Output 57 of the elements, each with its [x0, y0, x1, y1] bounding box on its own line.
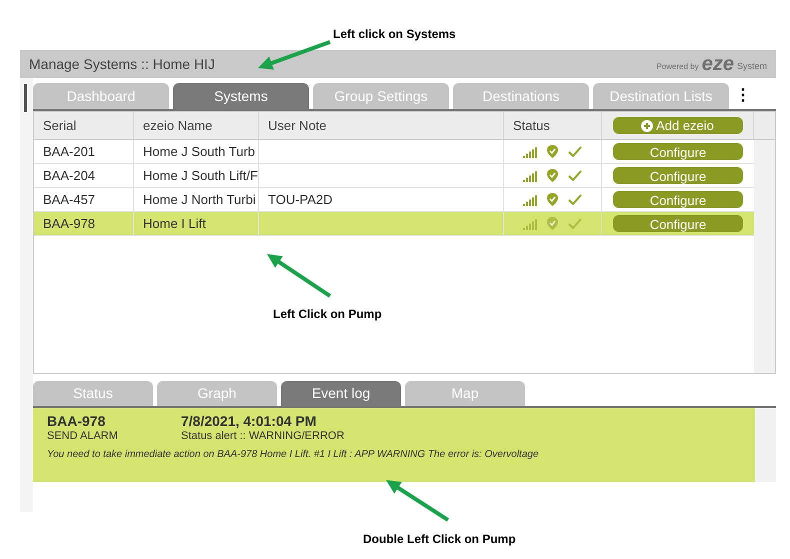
table-row[interactable]: BAA-201 Home J South Turb Configure: [34, 140, 754, 164]
brand-suffix: System: [736, 60, 767, 73]
check-icon: [568, 170, 582, 181]
brand-logo: eze: [702, 55, 734, 73]
tab[interactable]: Group Settings: [313, 83, 449, 109]
table-row[interactable]: BAA-204 Home J South Lift/F Configure: [34, 164, 754, 188]
annotation-text: Left Click on Pump: [273, 306, 382, 323]
name-cell-text: Home J South Turb: [143, 142, 255, 161]
table-row[interactable]: BAA-457 Home J North Turbi TOU-PA2D Configure: [34, 188, 754, 212]
signal-icon: [523, 146, 537, 158]
serial-cell-text: BAA-978: [43, 214, 96, 233]
check-icon: [568, 194, 582, 205]
annotation-text: Double Left Click on Pump: [363, 531, 516, 548]
column-header: Serial: [43, 116, 76, 135]
serial-cell-text: BAA-204: [43, 166, 96, 185]
event-time: 7/8/2021, 4:01:04 PM: [181, 414, 318, 429]
tab[interactable]: Dashboard: [33, 83, 169, 109]
note-cell-text: TOU-PA2D: [268, 190, 333, 209]
serial-cell-text: BAA-201: [43, 142, 96, 161]
plus-circle-icon: [641, 120, 654, 132]
check-icon: [568, 218, 582, 229]
shield-check-icon: [547, 193, 558, 206]
check-icon: [568, 146, 582, 157]
event-status: Status alert :: WARNING/ERROR: [181, 429, 346, 443]
tab[interactable]: Event log: [281, 381, 401, 406]
configure-button[interactable]: Configure: [613, 167, 743, 184]
table-row[interactable]: BAA-978 Home I Lift Configure: [34, 212, 754, 236]
event-message: You need to take immediate action on BAA-978 Home I Lift. #1 I Lift : APP WARNING The error is: Overvoltage: [47, 448, 540, 462]
configure-button[interactable]: Configure: [613, 191, 743, 208]
signal-icon: [523, 218, 537, 230]
tab[interactable]: Destination Lists: [593, 83, 729, 109]
more-menu-button[interactable]: ⋮: [733, 83, 753, 109]
tab[interactable]: Destinations: [453, 83, 589, 109]
brand-prefix: Powered by: [656, 61, 699, 73]
shield-check-icon: [547, 169, 558, 182]
tab[interactable]: Systems: [173, 83, 309, 109]
configure-button[interactable]: Configure: [613, 215, 743, 232]
signal-icon: [523, 170, 537, 182]
serial-cell-text: BAA-457: [43, 190, 96, 209]
name-cell-text: Home J North Turbi: [143, 190, 256, 209]
page-title: Manage Systems :: Home HIJ: [29, 54, 215, 74]
shield-check-icon: [547, 145, 558, 158]
tab[interactable]: Graph: [157, 381, 277, 406]
name-cell-text: Home I Lift: [143, 214, 206, 233]
annotation-text: Left click on Systems: [333, 26, 456, 43]
configure-button[interactable]: Configure: [613, 143, 743, 160]
name-cell-text: Home J South Lift/F: [143, 166, 258, 185]
event-serial: BAA-978: [47, 414, 106, 429]
signal-icon: [523, 194, 537, 206]
add-ezeio-button[interactable]: Add ezeio: [612, 117, 742, 134]
tab[interactable]: Status: [33, 381, 153, 406]
column-header: Status: [513, 116, 550, 135]
event-type: SEND ALARM: [47, 429, 119, 443]
shield-check-icon: [547, 217, 558, 230]
column-header: ezeio Name: [143, 116, 212, 135]
tab[interactable]: Map: [405, 381, 525, 406]
column-header: User Note: [268, 116, 327, 135]
